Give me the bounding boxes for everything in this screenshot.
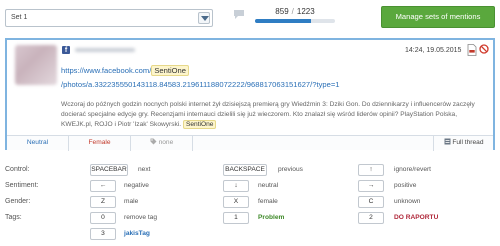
link-highlight: SentiOne: [151, 65, 189, 76]
tag-do-raportu: DO RAPORTU: [394, 214, 439, 221]
shortcuts-row-tags-2: 3 jakisTag: [0, 228, 500, 242]
tag-none-button[interactable]: none: [131, 136, 193, 151]
key-c-desc: unknown: [394, 198, 421, 205]
key-right-desc: positive: [394, 182, 417, 189]
key-backspace-desc: previous: [278, 166, 303, 173]
progress-counter: 859/1223: [255, 7, 335, 16]
facebook-icon: f: [62, 46, 70, 54]
link-prefix[interactable]: https://www.facebook.com/: [61, 66, 151, 75]
shortcuts-row-tags: Tags: 0 remove tag 1 Problem 2 DO RAPORT…: [0, 212, 500, 226]
full-thread-button[interactable]: Full thread: [433, 136, 493, 151]
key-up-desc: ignore/revert: [394, 166, 432, 173]
control-label: Control:: [5, 166, 30, 173]
top-bar: Set 1 859/1223 Manage sets of mentions: [0, 0, 500, 34]
shortcuts-row-gender: Gender: Z male X female C unknown: [0, 196, 500, 210]
mention-link-line2[interactable]: /photos/a.332235550143118.84583.21961118…: [61, 80, 340, 89]
key-left-desc: negative: [124, 182, 149, 189]
sentiment-label: Sentiment:: [5, 182, 39, 189]
tag-icon: [150, 138, 159, 146]
progress-fill: [255, 19, 311, 23]
key-c: C: [358, 196, 384, 208]
key-0: 0: [90, 212, 116, 224]
shortcuts-row-control: Control: SPACEBAR next BACKSPACE previou…: [0, 164, 500, 178]
tag-none-label: none: [158, 139, 174, 146]
mention-link-line1[interactable]: https://www.facebook.com/SentiOne: [61, 65, 189, 76]
body-highlight: SentiOne: [182, 120, 217, 129]
manage-sets-button[interactable]: Manage sets of mentions: [381, 6, 495, 28]
author-name-redacted: [75, 48, 135, 52]
avatar: [15, 45, 57, 85]
tag-problem: Problem: [258, 214, 285, 221]
chevron-down-icon[interactable]: [198, 12, 210, 24]
mention-datetime: 14:24, 19.05.2015: [405, 47, 462, 54]
comment-icon: [233, 9, 245, 22]
sentiment-neutral-button[interactable]: Neutral: [7, 136, 69, 151]
key-up-arrow: ↑: [358, 164, 384, 176]
key-left-arrow: ←: [90, 180, 116, 192]
counter-separator: /: [291, 7, 294, 16]
counter-done: 859: [275, 7, 289, 16]
mention-footer: Neutral Female none Full thread: [7, 135, 493, 151]
set-select[interactable]: Set 1: [5, 9, 213, 27]
mention-body: Wczoraj do późnych godzin nocnych polski…: [61, 100, 481, 130]
tag-jakistag: jakisTag: [124, 230, 150, 237]
key-0-desc: remove tag: [124, 214, 157, 221]
block-icon[interactable]: [479, 44, 491, 56]
pdf-icon[interactable]: [467, 44, 479, 56]
full-thread-label: Full thread: [452, 139, 484, 146]
key-x-desc: female: [258, 198, 278, 205]
key-spacebar: SPACEBAR: [90, 164, 128, 176]
gender-female-button[interactable]: Female: [69, 136, 131, 151]
set-select-value: Set 1: [11, 14, 28, 21]
tags-label: Tags:: [5, 214, 22, 221]
key-x: X: [223, 196, 249, 208]
key-down-desc: neutral: [258, 182, 279, 189]
key-z-desc: male: [124, 198, 139, 205]
key-backspace: BACKSPACE: [223, 164, 267, 176]
key-1: 1: [223, 212, 249, 224]
progress-bar: [255, 19, 335, 23]
mention-card: f 14:24, 19.05.2015 https://www.facebook…: [5, 38, 495, 151]
gender-label: Gender:: [5, 198, 31, 205]
key-z: Z: [90, 196, 116, 208]
key-2: 2: [358, 212, 384, 224]
counter-total: 1223: [296, 7, 315, 16]
key-right-arrow: →: [358, 180, 384, 192]
key-down-arrow: ↓: [223, 180, 249, 192]
key-3: 3: [90, 228, 116, 240]
shortcuts-row-sentiment: Sentiment: ← negative ↓ neutral → positi…: [0, 180, 500, 194]
key-spacebar-desc: next: [138, 166, 151, 173]
mention-body-text: Wczoraj do późnych godzin nocnych polski…: [61, 101, 475, 128]
